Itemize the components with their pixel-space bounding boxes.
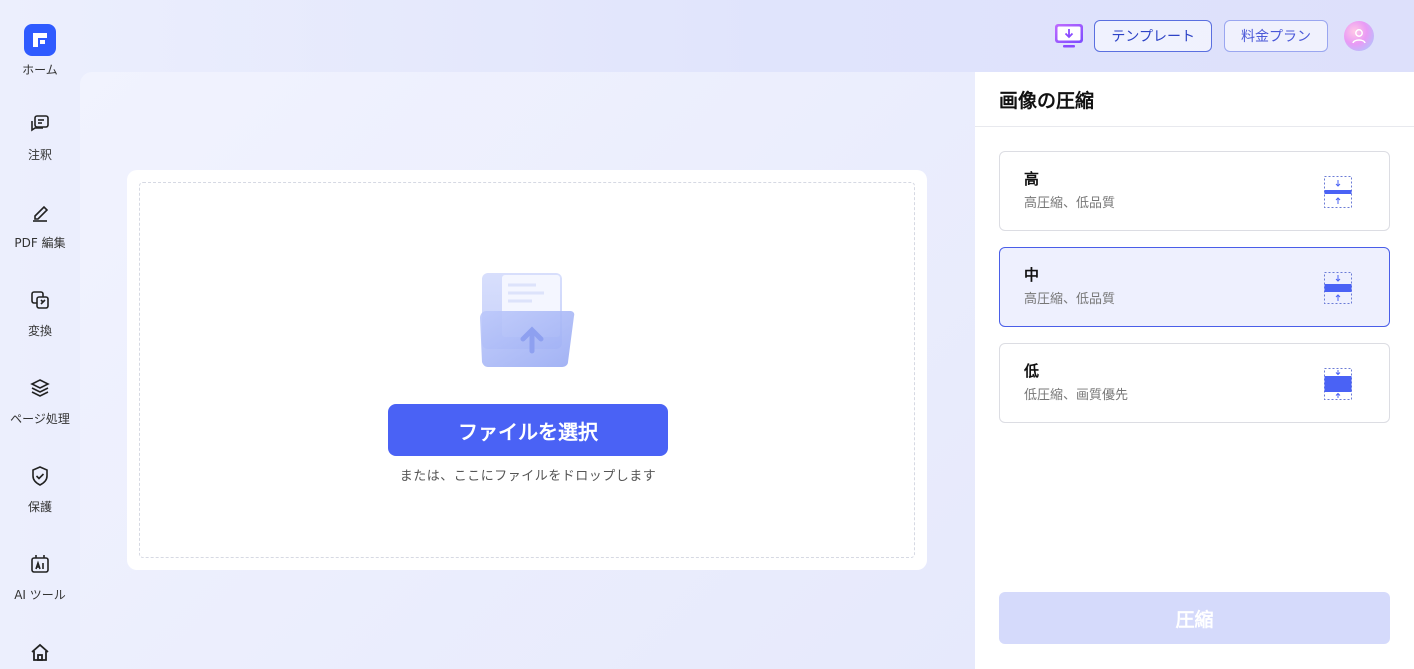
ai-tool-icon (28, 552, 52, 576)
header-actions: テンプレート 料金プラン (1053, 20, 1374, 52)
sidebar: ホーム 注釈 PDF 編集 変換 ページ処理 保護 AI ツール (0, 0, 80, 669)
compress-panel: 画像の圧縮 高 高圧縮、低品質 中 高圧縮、低品質 低 低圧縮、画質優先 圧縮 (975, 72, 1414, 669)
house-icon (28, 640, 52, 664)
sidebar-item-house[interactable] (0, 640, 80, 664)
option-title: 中 (1024, 266, 1040, 284)
compress-high-icon (1323, 175, 1353, 209)
option-description: 高圧縮、低品質 (1024, 196, 1116, 211)
sidebar-item-convert[interactable]: 変換 (0, 288, 80, 339)
upload-card: ファイルを選択 または、ここにファイルをドロップします (127, 170, 927, 570)
compress-button[interactable]: 圧縮 (999, 592, 1390, 644)
shield-icon (28, 464, 52, 488)
home-logo-icon (24, 24, 56, 56)
download-monitor-icon[interactable] (1053, 21, 1085, 51)
sidebar-item-pdf-edit[interactable]: PDF 編集 (0, 200, 80, 251)
option-medium[interactable]: 中 高圧縮、低品質 (999, 247, 1390, 327)
compress-low-icon (1323, 367, 1353, 401)
convert-icon (28, 288, 52, 312)
template-button[interactable]: テンプレート (1094, 20, 1212, 52)
sidebar-item-label: 変換 (27, 324, 52, 338)
user-avatar-icon[interactable] (1344, 21, 1374, 51)
comment-icon (28, 112, 52, 136)
sidebar-item-label: ホーム (22, 63, 58, 77)
sidebar-item-home[interactable]: ホーム (0, 24, 80, 78)
drop-zone[interactable]: ファイルを選択 または、ここにファイルをドロップします (139, 182, 915, 558)
compress-medium-icon (1323, 271, 1353, 305)
drop-hint-text: または、ここにファイルをドロップします (399, 469, 657, 484)
sidebar-item-label: 保護 (27, 500, 52, 514)
pricing-button[interactable]: 料金プラン (1224, 20, 1328, 52)
sidebar-item-ai-tool[interactable]: AI ツール (0, 552, 80, 603)
option-title: 高 (1024, 170, 1040, 188)
sidebar-item-label: 注釈 (27, 148, 52, 162)
sidebar-item-protect[interactable]: 保護 (0, 464, 80, 515)
sidebar-item-label: ページ処理 (10, 412, 70, 426)
option-title: 低 (1024, 362, 1040, 380)
edit-pen-icon (28, 200, 52, 224)
main-area: ファイルを選択 または、ここにファイルをドロップします (80, 72, 975, 669)
sidebar-item-page[interactable]: ページ処理 (0, 376, 80, 427)
panel-title: 画像の圧縮 (999, 90, 1095, 112)
sidebar-item-annotate[interactable]: 注釈 (0, 112, 80, 163)
sidebar-item-label: PDF 編集 (14, 236, 66, 250)
option-description: 低圧縮、画質優先 (1024, 388, 1129, 403)
select-file-button[interactable]: ファイルを選択 (388, 404, 668, 456)
sidebar-item-label: AI ツール (14, 588, 66, 602)
option-high[interactable]: 高 高圧縮、低品質 (999, 151, 1390, 231)
option-low[interactable]: 低 低圧縮、画質優先 (999, 343, 1390, 423)
option-description: 高圧縮、低品質 (1024, 292, 1116, 307)
divider (975, 126, 1414, 127)
upload-folder-icon (478, 271, 578, 371)
layers-icon (28, 376, 52, 400)
